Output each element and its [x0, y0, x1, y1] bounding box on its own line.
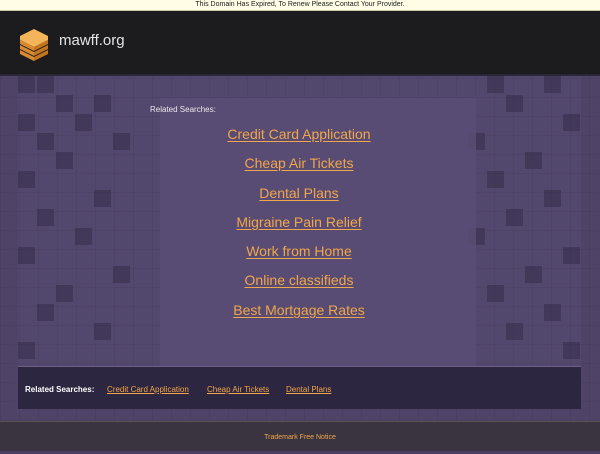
site-header: mawff.org — [0, 11, 600, 76]
tile — [563, 114, 580, 131]
tile — [506, 323, 523, 340]
related-searches-title: Related Searches: — [150, 105, 216, 114]
trademark-link[interactable]: Trademark Free Notice — [264, 434, 336, 441]
list-item: Work from Home — [150, 237, 448, 266]
tile — [37, 209, 54, 226]
related-link-migraine[interactable]: Migraine Pain Relief — [236, 214, 361, 230]
tile — [18, 114, 35, 131]
list-item: Dental Plans — [150, 179, 448, 208]
tile — [75, 228, 92, 245]
related-links-list: Credit Card Application Cheap Air Ticket… — [150, 120, 448, 325]
list-item: Best Mortgage Rates — [150, 296, 448, 325]
tile — [525, 152, 542, 169]
tile — [563, 247, 580, 264]
domain-expired-notice: This Domain Has Expired, To Renew Please… — [0, 0, 600, 11]
list-item: Migraine Pain Relief — [150, 208, 448, 237]
tile — [75, 114, 92, 131]
bottom-link-air-tickets[interactable]: Cheap Air Tickets — [207, 385, 269, 394]
related-link-dental-plans[interactable]: Dental Plans — [259, 185, 338, 201]
tile — [506, 95, 523, 112]
tile — [56, 95, 73, 112]
tile — [37, 76, 54, 93]
list-item: Cheap Air Tickets — [150, 149, 448, 178]
tile — [56, 152, 73, 169]
related-link-classifieds[interactable]: Online classifieds — [245, 272, 354, 288]
tile — [487, 76, 504, 93]
bottom-related-label: Related Searches: — [25, 385, 95, 394]
bottom-link-credit-card[interactable]: Credit Card Application — [107, 385, 189, 394]
tile — [18, 171, 35, 188]
stacked-layers-icon[interactable] — [18, 27, 50, 63]
tile — [94, 323, 111, 340]
list-item: Credit Card Application — [150, 120, 448, 149]
tile — [94, 190, 111, 207]
tile — [544, 304, 561, 321]
tile — [56, 285, 73, 302]
tile — [506, 209, 523, 226]
tile — [18, 342, 35, 359]
tile — [37, 304, 54, 321]
tile — [525, 266, 542, 283]
site-name[interactable]: mawff.org — [59, 32, 125, 49]
tile — [113, 266, 130, 283]
tile — [37, 133, 54, 150]
related-link-air-tickets[interactable]: Cheap Air Tickets — [245, 155, 354, 171]
page-footer: Trademark Free Notice — [0, 421, 600, 451]
tile — [563, 342, 580, 359]
related-link-mortgage[interactable]: Best Mortgage Rates — [233, 302, 365, 318]
bottom-related-bar: Related Searches: Credit Card Applicatio… — [18, 366, 581, 409]
tile — [113, 133, 130, 150]
bottom-link-dental-plans[interactable]: Dental Plans — [286, 385, 331, 394]
tile — [487, 285, 504, 302]
tile — [18, 247, 35, 264]
tile — [18, 76, 35, 93]
related-link-work-home[interactable]: Work from Home — [246, 243, 352, 259]
tile — [487, 171, 504, 188]
tile — [544, 76, 561, 93]
tile — [94, 95, 111, 112]
list-item: Online classifieds — [150, 266, 448, 295]
tile — [544, 190, 561, 207]
related-link-credit-card[interactable]: Credit Card Application — [227, 126, 370, 142]
